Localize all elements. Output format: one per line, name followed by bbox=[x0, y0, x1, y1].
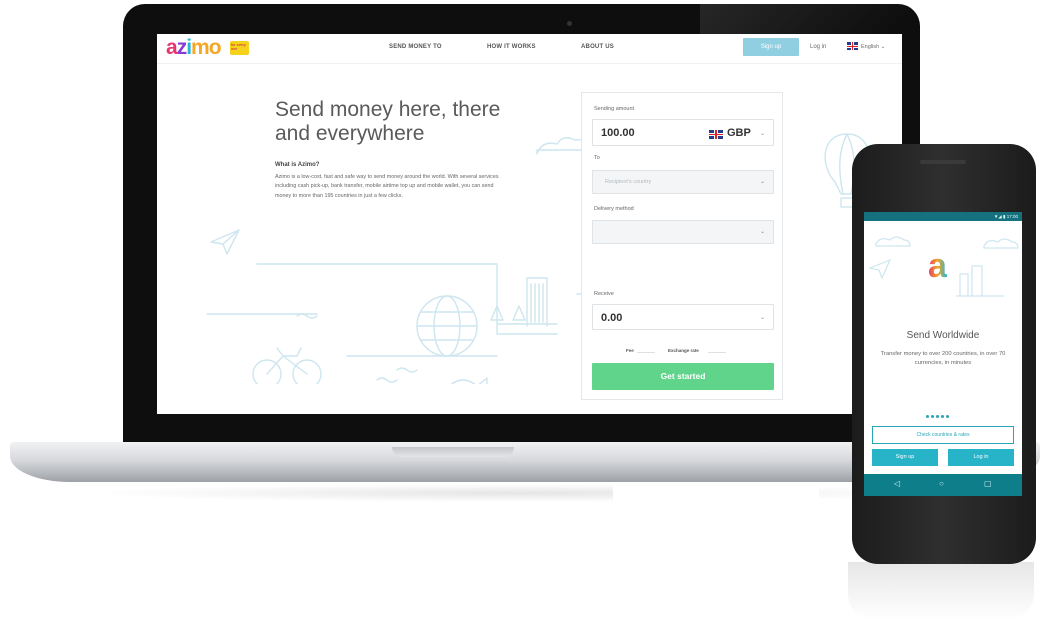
nav-send-money[interactable]: SEND MONEY TO bbox=[389, 44, 442, 50]
receive-amount-field[interactable]: 0.00 ⌄ bbox=[592, 304, 774, 330]
phone-speaker bbox=[920, 160, 966, 164]
globe-icon bbox=[416, 295, 478, 357]
camera bbox=[567, 21, 572, 26]
logo-letter: mo bbox=[191, 36, 221, 59]
send-money-form: Sending amount 100.00 GBP ⌄ To Recipient… bbox=[581, 92, 783, 400]
language-select[interactable]: English ⌄ bbox=[861, 44, 885, 50]
laptop-notch bbox=[392, 447, 514, 457]
nav-about-us[interactable]: ABOUT US bbox=[581, 44, 614, 50]
sending-amount-value[interactable]: 100.00 bbox=[601, 127, 635, 139]
currency-select[interactable]: GBP bbox=[727, 127, 751, 139]
site-header: azimo for every one SEND MONEY TO HOW IT… bbox=[157, 34, 902, 64]
receive-amount-value[interactable]: 0.00 bbox=[601, 312, 622, 324]
recipient-country-placeholder: Recipient's country bbox=[605, 179, 652, 185]
hero-title: Send money here, there and everywhere bbox=[275, 98, 501, 145]
recent-apps-icon[interactable]: ▢ bbox=[984, 479, 992, 488]
phone-login-button[interactable]: Log in bbox=[948, 449, 1014, 466]
phone-subtitle: Transfer money to over 200 countries, in… bbox=[880, 351, 1006, 366]
carousel-dots[interactable] bbox=[926, 405, 951, 423]
uk-flag-icon[interactable] bbox=[847, 42, 858, 50]
blank-patch bbox=[613, 483, 819, 511]
delivery-method-label: Delivery method bbox=[594, 206, 634, 212]
laptop-shadow bbox=[80, 484, 960, 502]
fish-icon bbox=[450, 377, 488, 384]
plane-icon bbox=[867, 258, 892, 280]
phone-screen: ▼◢ ▮ 17:00 a Send Worldwide Transfer mon… bbox=[864, 212, 1022, 496]
chevron-down-icon[interactable]: ⌄ bbox=[760, 130, 765, 137]
nav-how-it-works[interactable]: HOW IT WORKS bbox=[487, 44, 536, 50]
bicycle-icon bbox=[252, 347, 322, 384]
laptop-screen: azimo for every one SEND MONEY TO HOW IT… bbox=[157, 34, 902, 414]
fee-label: Fee bbox=[626, 348, 634, 353]
fee-divider bbox=[637, 352, 655, 353]
chevron-down-icon[interactable]: ⌄ bbox=[760, 314, 765, 321]
check-rates-button[interactable]: Check countries & rates bbox=[872, 426, 1014, 444]
uk-flag-icon bbox=[709, 130, 723, 139]
phone-signup-button[interactable]: Sign up bbox=[872, 449, 938, 466]
home-icon[interactable]: ○ bbox=[939, 479, 944, 488]
signup-button[interactable]: Sign up bbox=[743, 38, 799, 56]
what-is-body: Azimo is a low-cost, fast and safe way t… bbox=[275, 174, 499, 199]
azimo-app-logo: a bbox=[928, 247, 947, 285]
receive-label: Receive bbox=[594, 291, 614, 297]
cloud-icon bbox=[875, 236, 911, 247]
to-label: To bbox=[594, 155, 600, 161]
login-link[interactable]: Log in bbox=[810, 44, 826, 50]
exchange-rate-label: Exchange rate bbox=[668, 348, 699, 353]
recipient-country-select[interactable]: Recipient's country ⌄ bbox=[592, 170, 774, 194]
chevron-down-icon[interactable]: ⌄ bbox=[760, 228, 765, 235]
android-nav-bar: ◁ ○ ▢ bbox=[864, 474, 1022, 496]
logo-tagline: for every one bbox=[230, 41, 249, 55]
what-is-title: What is Azimo? bbox=[275, 162, 320, 168]
phone-title: Send Worldwide bbox=[906, 330, 980, 341]
sending-amount-label: Sending amount bbox=[594, 106, 635, 112]
azimo-logo[interactable]: azimo bbox=[166, 36, 222, 59]
phone-reflection bbox=[848, 562, 1034, 620]
phone-status-bar: ▼◢ ▮ 17:00 bbox=[864, 212, 1022, 221]
logo-letter: a bbox=[166, 36, 178, 59]
back-icon[interactable]: ◁ bbox=[894, 479, 900, 488]
plane-icon bbox=[210, 229, 240, 255]
rate-divider bbox=[708, 352, 726, 353]
sending-amount-field[interactable]: 100.00 GBP ⌄ bbox=[592, 119, 774, 146]
logo-letter: z bbox=[176, 36, 187, 59]
delivery-method-select[interactable]: ⌄ bbox=[592, 220, 774, 244]
get-started-button[interactable]: Get started bbox=[592, 363, 774, 390]
chevron-down-icon[interactable]: ⌄ bbox=[760, 178, 765, 185]
